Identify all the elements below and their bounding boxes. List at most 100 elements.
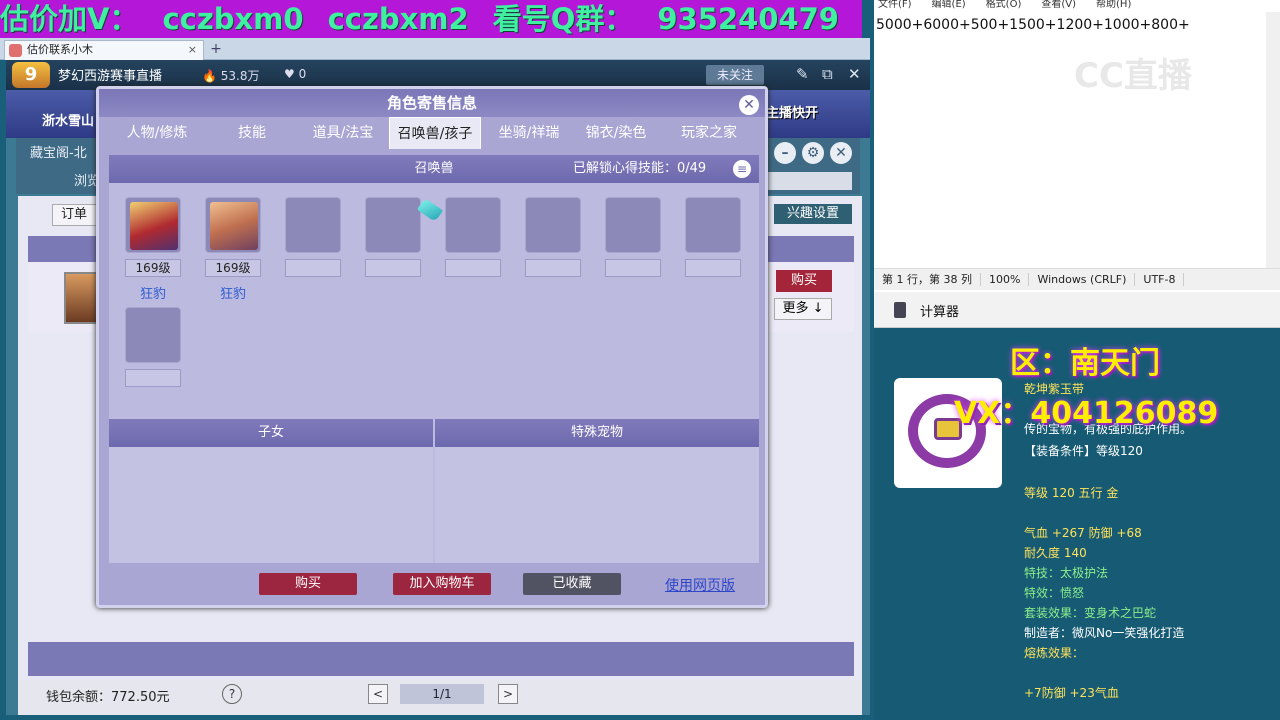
pet-name-2[interactable]: 狂豹 bbox=[205, 283, 261, 302]
buy-button[interactable]: 购买 bbox=[259, 573, 357, 595]
item-detail-panel: 乾坤紫玉带 传的宝物，有极强的庇护作用。 【装备条件】等级120 等级 120 … bbox=[874, 328, 1280, 720]
item-set-effect: 套装效果：变身术之巴蛇 bbox=[1024, 606, 1157, 620]
notepad-statusbar: 第 1 行，第 38 列 100% Windows (CRLF) UTF-8 bbox=[874, 268, 1280, 290]
menu-file[interactable]: 文件(F) bbox=[874, 0, 912, 10]
web-version-link[interactable]: 使用网页版 bbox=[665, 575, 735, 595]
channel-logo: 9 bbox=[12, 62, 50, 88]
tab-pets[interactable]: 召唤兽/孩子 bbox=[389, 117, 481, 149]
vx-overlay: VX：404126089 bbox=[954, 396, 1219, 431]
tab-home[interactable]: 玩家之家 bbox=[667, 117, 751, 149]
cbg-title: 藏宝阁-北 bbox=[30, 146, 87, 161]
tab-character[interactable]: 人物/修炼 bbox=[115, 117, 199, 149]
heat-value: 53.8万 bbox=[220, 69, 260, 83]
pet-portrait-2 bbox=[210, 202, 258, 250]
banner-text-4: 看号Q群： bbox=[492, 2, 634, 36]
calculator-taskbar-item[interactable]: 计算器 bbox=[874, 292, 1280, 328]
pet-slot-1[interactable] bbox=[125, 197, 181, 253]
close-tab-icon[interactable]: × bbox=[188, 41, 197, 59]
role-info-dialog: 角色寄售信息 ✕ 人物/修炼 技能 道具/法宝 召唤兽/孩子 坐骑/祥瑞 锦衣/… bbox=[96, 86, 768, 608]
interest-settings-button[interactable]: 兴趣设置 bbox=[774, 204, 852, 224]
special-pets-section-header: 特殊宠物 bbox=[435, 419, 759, 447]
menu-format[interactable]: 格式(O) bbox=[982, 0, 1022, 10]
status-zoom: 100% bbox=[980, 273, 1030, 286]
pet-level-empty bbox=[685, 259, 741, 277]
tab-skills[interactable]: 技能 bbox=[219, 117, 285, 149]
server-category: 浙水雪山 bbox=[42, 114, 95, 129]
skill-unlock-count: 已解锁心得技能：0/49 bbox=[573, 161, 707, 176]
arrow-down-icon: ↓ bbox=[812, 301, 824, 316]
item-stats: 气血 +267 防御 +68 bbox=[1024, 526, 1142, 540]
menu-help[interactable]: 帮助(H) bbox=[1092, 0, 1131, 10]
tab-mounts[interactable]: 坐骑/祥瑞 bbox=[487, 117, 571, 149]
close-dialog-icon[interactable]: ✕ bbox=[739, 95, 759, 115]
pet-slot-empty[interactable] bbox=[445, 197, 501, 253]
search-input[interactable] bbox=[766, 172, 852, 190]
pet-slot-empty[interactable] bbox=[365, 197, 421, 253]
children-section-header: 子女 bbox=[109, 419, 433, 447]
close-icon[interactable]: ✕ bbox=[848, 65, 861, 83]
dialog-title: 角色寄售信息 bbox=[99, 89, 765, 117]
notepad-content[interactable]: 5000+6000+500+1500+1200+1000+800+ bbox=[876, 17, 1190, 33]
item-refine-value: +7防御 +23气血 bbox=[1024, 686, 1119, 700]
pin-icon[interactable]: ✎ bbox=[796, 65, 809, 83]
wallet-balance: 钱包余额：772.50元 bbox=[46, 690, 170, 705]
add-to-cart-button[interactable]: 加入购物车 bbox=[393, 573, 491, 595]
pet-slot-empty[interactable] bbox=[605, 197, 661, 253]
pet-slot-empty[interactable] bbox=[125, 307, 181, 363]
list-menu-icon[interactable]: ≡ bbox=[733, 160, 751, 178]
vertical-scrollbar[interactable] bbox=[1266, 12, 1280, 268]
popout-icon[interactable]: ⧉ bbox=[822, 65, 833, 83]
row-buy-button[interactable]: 购买 bbox=[776, 270, 832, 292]
item-refine-label: 熔炼效果： bbox=[1024, 646, 1085, 660]
pet-level-empty bbox=[525, 259, 581, 277]
new-tab-button[interactable]: + bbox=[208, 40, 224, 58]
children-panel bbox=[109, 447, 433, 563]
banner-text-2: cczbxm0 bbox=[162, 2, 304, 36]
pet-level-empty bbox=[125, 369, 181, 387]
favicon-icon bbox=[9, 44, 22, 57]
browser-tab[interactable]: 估价联系小木 × bbox=[4, 40, 204, 60]
item-special-skill: 特技：太极护法 bbox=[1024, 566, 1109, 580]
region-overlay: 区：南天门 bbox=[1010, 346, 1160, 381]
close-window-icon[interactable]: ✕ bbox=[830, 142, 852, 164]
watermark-logo: CC直播 bbox=[1074, 56, 1192, 96]
item-level: 等级 120 五行 金 bbox=[1024, 486, 1119, 500]
pet-slot-empty[interactable] bbox=[525, 197, 581, 253]
settings-icon[interactable]: ⚙ bbox=[802, 142, 824, 164]
pet-slot-empty[interactable] bbox=[285, 197, 341, 253]
special-pets-panel bbox=[435, 447, 759, 563]
calculator-label: 计算器 bbox=[920, 305, 960, 320]
follow-button[interactable]: 未关注 bbox=[706, 65, 764, 85]
pet-level-empty bbox=[365, 259, 421, 277]
menu-edit[interactable]: 编辑(E) bbox=[928, 0, 966, 10]
channel-title: 梦幻西游赛事直播 bbox=[58, 69, 163, 84]
menu-view[interactable]: 查看(V) bbox=[1037, 0, 1076, 10]
promo-banner: 估价加V： cczbxm0 cczbxm2 看号Q群： 935240479 bbox=[0, 0, 862, 38]
tab-costumes[interactable]: 锦衣/染色 bbox=[575, 117, 657, 149]
item-requirement: 【装备条件】等级120 bbox=[1024, 444, 1143, 458]
help-icon[interactable]: ? bbox=[222, 684, 242, 704]
minimize-icon[interactable]: – bbox=[774, 142, 796, 164]
pet-slot-empty[interactable] bbox=[685, 197, 741, 253]
prev-page-button[interactable]: < bbox=[368, 684, 388, 704]
status-position: 第 1 行，第 38 列 bbox=[874, 273, 981, 286]
pet-slot-2[interactable] bbox=[205, 197, 261, 253]
status-encoding: UTF-8 bbox=[1135, 273, 1185, 286]
notepad-menubar: 文件(F) 编辑(E) 格式(O) 查看(V) 帮助(H) bbox=[874, 0, 1280, 12]
pet-name-1[interactable]: 狂豹 bbox=[125, 283, 181, 302]
like-count: ♥ 0 bbox=[284, 67, 307, 81]
page-indicator: 1/1 bbox=[400, 684, 484, 704]
banner-text-1: 估价加V： bbox=[0, 2, 139, 36]
status-line-ending: Windows (CRLF) bbox=[1029, 273, 1136, 286]
more-button[interactable]: 更多 ↓ bbox=[774, 298, 832, 320]
promo-text: 主播快开 bbox=[766, 106, 819, 121]
collected-button[interactable]: 已收藏 bbox=[523, 573, 621, 595]
pet-level-empty bbox=[605, 259, 661, 277]
more-label: 更多 bbox=[782, 301, 809, 316]
pet-level-1: 169级 bbox=[125, 259, 181, 277]
character-avatar[interactable] bbox=[64, 272, 100, 324]
tab-items[interactable]: 道具/法宝 bbox=[303, 117, 383, 149]
pet-portrait-1 bbox=[130, 202, 178, 250]
pet-level-2: 169级 bbox=[205, 259, 261, 277]
next-page-button[interactable]: > bbox=[498, 684, 518, 704]
